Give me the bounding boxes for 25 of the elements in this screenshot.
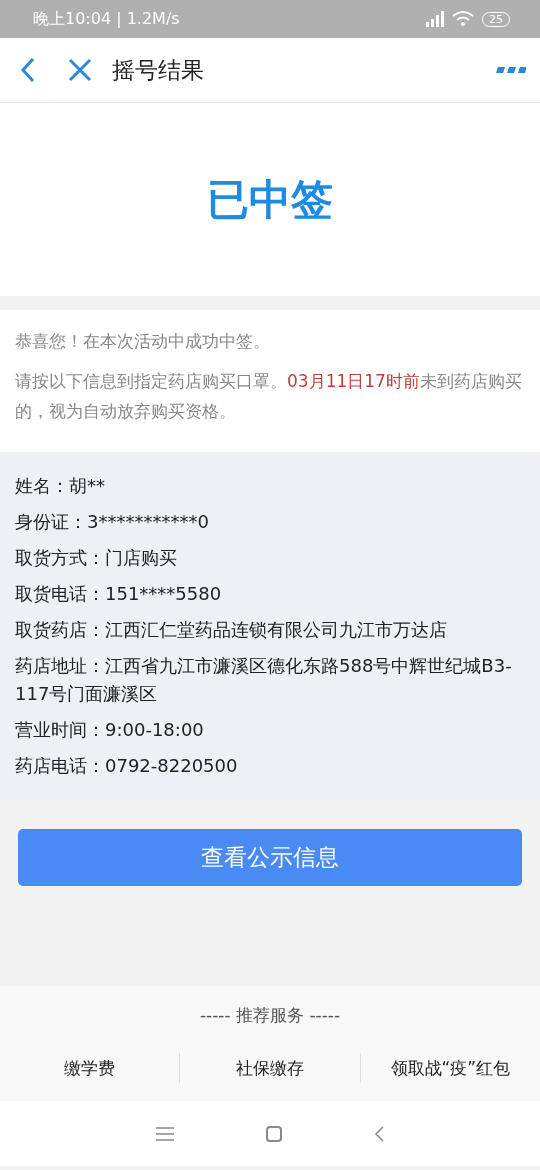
result-status: 已中签 [207,173,333,226]
back-button[interactable] [20,57,36,83]
service-link[interactable]: 社保缴存 [180,1056,360,1080]
service-link[interactable]: 缴学费 [0,1056,180,1080]
info-row-text: 取货方式：门店购买 [15,546,178,570]
info-row-text: 姓名：胡** [15,474,106,498]
instruction-text: 请按以下信息到指定药店购买口罩。03月11日17时前未到药店购买的，视为自动放弃购买资格。 [15,370,523,423]
page-title: 摇号结果 [112,55,204,85]
recommend-title: ----- 推荐服务 ----- [198,1004,342,1027]
info-row-text: 药店电话：0792-8220500 [15,754,239,778]
menu-icon[interactable] [156,1126,174,1141]
info-row-text: 药店地址：江西省九江市濂溪区德化东路588号中辉世纪城B3-117号门面濂溪区 [15,654,513,706]
more-button[interactable] [496,66,526,74]
info-row-text: 取货药店：江西汇仁堂药品连锁有限公司九江市万达店 [15,618,448,642]
home-icon[interactable] [266,1125,282,1142]
back-icon[interactable] [374,1125,384,1142]
service-link[interactable]: 领取战“疫”红包 [360,1056,540,1080]
greeting-text: 恭喜您！在本次活动中成功中签。 [15,330,271,353]
info-row-text: 营业时间：9:00-18:00 [15,718,205,742]
signal-icon [424,11,444,27]
status-time: 晚上10:04 | 1.2M/s [33,8,180,30]
info-row-text: 取货电话：151****5580 [15,582,223,606]
wifi-icon [452,11,474,27]
info-row-text: 身份证：3***********0 [15,510,210,534]
close-button[interactable] [68,58,92,82]
